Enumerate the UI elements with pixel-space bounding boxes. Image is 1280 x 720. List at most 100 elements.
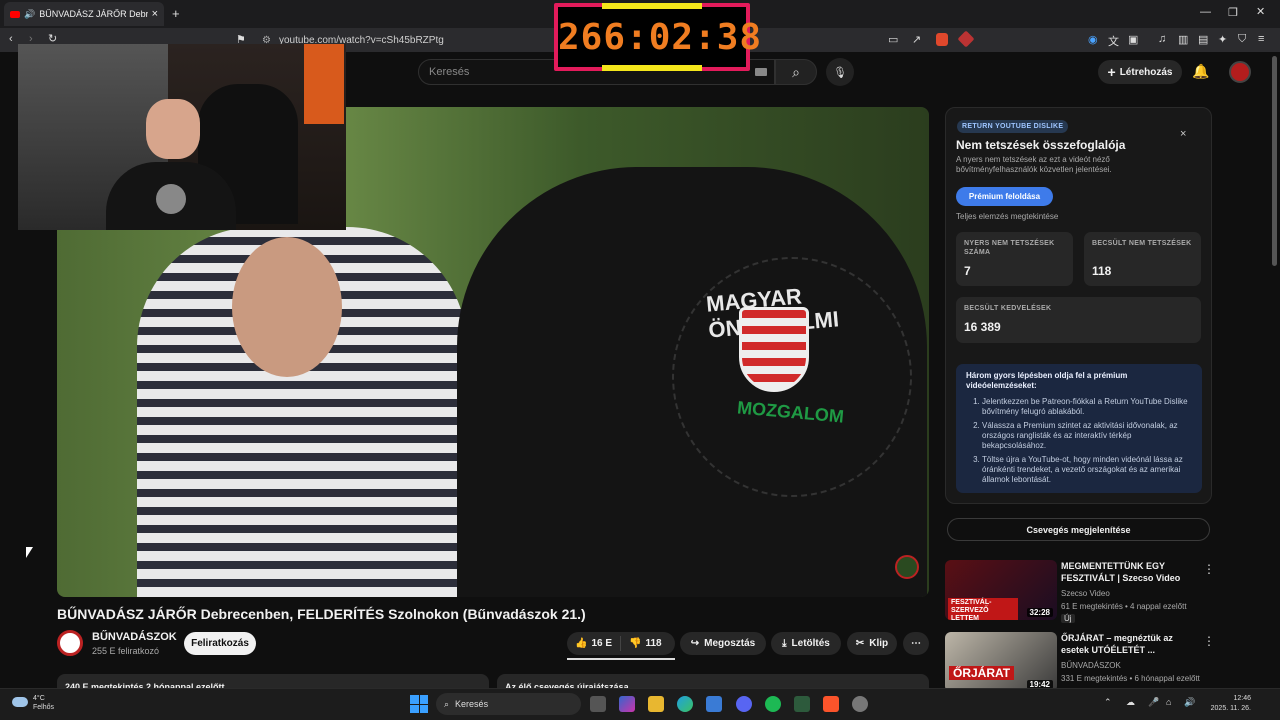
stat-raw-dislikes: NYERS NEM TETSZÉSEK SZÁMA 7 (956, 232, 1073, 286)
show-chat-button[interactable]: Csevegés megjelenítése (947, 518, 1210, 541)
sidebar-icon[interactable]: ▥ (1178, 33, 1188, 46)
weather-condition: Felhős (33, 704, 55, 711)
channel-watermark-icon[interactable] (895, 555, 919, 579)
minimize-icon[interactable]: — (1200, 6, 1211, 18)
stat-value: 16 389 (964, 320, 1001, 334)
step-item: Jelentkezzen be Patreon-fiókkal a Return… (982, 397, 1192, 417)
tab-close-icon[interactable]: × (152, 8, 158, 20)
like-dislike-group: 👍 16 E 👎 118 (567, 632, 675, 655)
brave-shield-icon[interactable] (936, 33, 948, 46)
more-options-icon[interactable]: ⋮ (1203, 562, 1215, 576)
music-icon[interactable]: ♫ (1158, 33, 1166, 45)
subscribe-button[interactable]: Feliratkozás (184, 632, 256, 655)
recommended-item[interactable]: ŐRJÁRAT 19:42 ŐRJÁRAT – megnéztük az ese… (945, 632, 1265, 692)
stat-label: NYERS NEM TETSZÉSEK SZÁMA (964, 240, 1055, 256)
windows-taskbar (0, 688, 1280, 720)
taskbar-search[interactable]: ⌕ Keresés (436, 693, 581, 715)
like-button[interactable]: 👍 16 E (567, 636, 622, 651)
account-avatar[interactable] (1229, 61, 1251, 83)
voice-search-button[interactable]: 🎙 (826, 58, 854, 86)
more-actions-button[interactable]: ⋯ (903, 632, 929, 655)
store-icon[interactable] (706, 696, 722, 712)
translate-icon[interactable]: 文 (1108, 33, 1119, 49)
audio-extension-icon[interactable]: ◉ (1088, 33, 1098, 46)
plus-icon: + (1107, 64, 1116, 80)
obs-icon[interactable] (852, 696, 868, 712)
timer-value: 266:02:38 (558, 17, 763, 58)
premium-unlock-button[interactable]: Prémium feloldása (956, 187, 1053, 206)
thumbnail-text: FESZTIVÁL-SZERVEZŐ LETTEM (948, 598, 1018, 620)
channel-name[interactable]: Szecso Video (1061, 589, 1110, 598)
create-button[interactable]: + Létrehozás (1098, 60, 1182, 84)
vpn-icon[interactable]: ⛉ (1238, 33, 1246, 46)
panel-close-icon[interactable]: × (1180, 128, 1186, 140)
search-placeholder: Keresés (429, 66, 470, 78)
more-options-icon[interactable]: ⋮ (1203, 634, 1215, 648)
edge-icon[interactable] (677, 696, 693, 712)
steps-list: Jelentkezzen be Patreon-fiókkal a Return… (966, 397, 1192, 485)
audio-icon: 🔊 (24, 8, 36, 19)
video-thumbnail[interactable]: FESZTIVÁL-SZERVEZŐ LETTEM 32:28 (945, 560, 1057, 620)
recommended-item[interactable]: FESZTIVÁL-SZERVEZŐ LETTEM 32:28 MEGMENTE… (945, 560, 1265, 623)
stat-estimated-dislikes: BECSÜLT NEM TETSZÉSEK 118 (1084, 232, 1201, 286)
window-close-icon[interactable]: ✕ (1256, 5, 1265, 18)
share-button[interactable]: ↪ Megosztás (680, 632, 766, 655)
like-count: 16 E (591, 638, 613, 649)
channel-name[interactable]: BŰNVADÁSZOK (1061, 661, 1121, 670)
network-icon[interactable]: ⌂ (1166, 697, 1171, 707)
clock-date: 2025. 11. 26. (1210, 705, 1251, 712)
tray-chevron-icon[interactable]: ⌃ (1104, 697, 1112, 708)
new-tab-button[interactable]: + (172, 6, 180, 21)
copilot-icon[interactable] (619, 696, 635, 712)
file-explorer-icon[interactable] (648, 696, 664, 712)
onedrive-icon[interactable]: ☁ (1126, 697, 1135, 708)
page-scrollbar[interactable] (1272, 56, 1277, 266)
stream-timer-overlay: 266:02:38 (554, 3, 763, 71)
menu-icon[interactable]: ≡ (1258, 33, 1264, 45)
windows-start-icon[interactable] (410, 695, 428, 713)
maximize-icon[interactable]: ❐ (1228, 6, 1238, 19)
video-duration: 32:28 (1026, 608, 1053, 617)
video-meta: 61 E megtekintés • 4 nappal ezelőtt (1061, 602, 1187, 611)
stat-label: BECSÜLT KEDVELÉSEK (964, 305, 1052, 312)
full-analysis-link[interactable]: Teljes elemzés megtekintése (956, 212, 1058, 221)
video-title: ŐRJÁRAT – megnéztük az esetek UTÓÉLETÉT … (1061, 633, 1173, 655)
share-icon[interactable]: ↗ (912, 33, 921, 46)
wallet-icon[interactable]: ▤ (1198, 33, 1208, 46)
video-title: BŰNVADÁSZ JÁRŐR Debrecenben, FELDERÍTÉS … (57, 606, 586, 622)
video-meta: 331 E megtekintés • 6 hónappal ezelőtt (1061, 674, 1200, 683)
channel-name[interactable]: BŰNVADÁSZOK (92, 631, 177, 643)
spotify-icon[interactable] (765, 696, 781, 712)
task-view-icon[interactable] (590, 696, 606, 712)
brave-icon[interactable] (823, 696, 839, 712)
extension-icon[interactable]: ▣ (1128, 33, 1138, 46)
mic-tray-icon[interactable]: 🎤 (1148, 697, 1159, 708)
premium-steps-box: Három gyors lépésben oldja fel a prémium… (956, 364, 1202, 493)
like-ratio-bar (567, 658, 675, 660)
discord-icon[interactable] (736, 696, 752, 712)
system-clock[interactable]: 12:46 2025. 11. 26. (1205, 694, 1251, 714)
thumbs-up-icon: 👍 (575, 638, 588, 649)
weather-widget[interactable]: 4°C Felhős (33, 694, 54, 712)
video-thumbnail[interactable]: ŐRJÁRAT 19:42 (945, 632, 1057, 692)
volume-icon[interactable]: 🔊 (1184, 697, 1195, 708)
search-button[interactable]: ⌕ (775, 59, 817, 85)
tab-title: BŰNVADÁSZ JÁRŐR Debrece (39, 9, 148, 19)
stat-value: 7 (964, 264, 971, 278)
download-button[interactable]: ⤓ Letöltés (771, 632, 841, 655)
search-icon: ⌕ (792, 63, 800, 80)
clock-time: 12:46 (1233, 695, 1251, 702)
terminal-icon[interactable] (794, 696, 810, 712)
cast-icon[interactable]: ▭ (888, 33, 898, 46)
browser-tab[interactable]: 🔊 BŰNVADÁSZ JÁRŐR Debrece × (4, 2, 164, 26)
back-icon[interactable]: ‹ (9, 33, 13, 45)
clip-button[interactable]: ✂ Klip (847, 632, 897, 655)
share-arrow-icon: ↪ (690, 638, 700, 649)
notifications-bell-icon[interactable]: 🔔 (1192, 63, 1209, 80)
weather-temp: 4°C (33, 695, 45, 702)
dislike-button[interactable]: 👎 118 (621, 638, 670, 649)
leo-ai-icon[interactable]: ✦ (1218, 33, 1227, 46)
keyboard-icon[interactable] (755, 68, 767, 76)
create-label: Létrehozás (1119, 66, 1173, 78)
channel-avatar[interactable] (57, 630, 83, 656)
